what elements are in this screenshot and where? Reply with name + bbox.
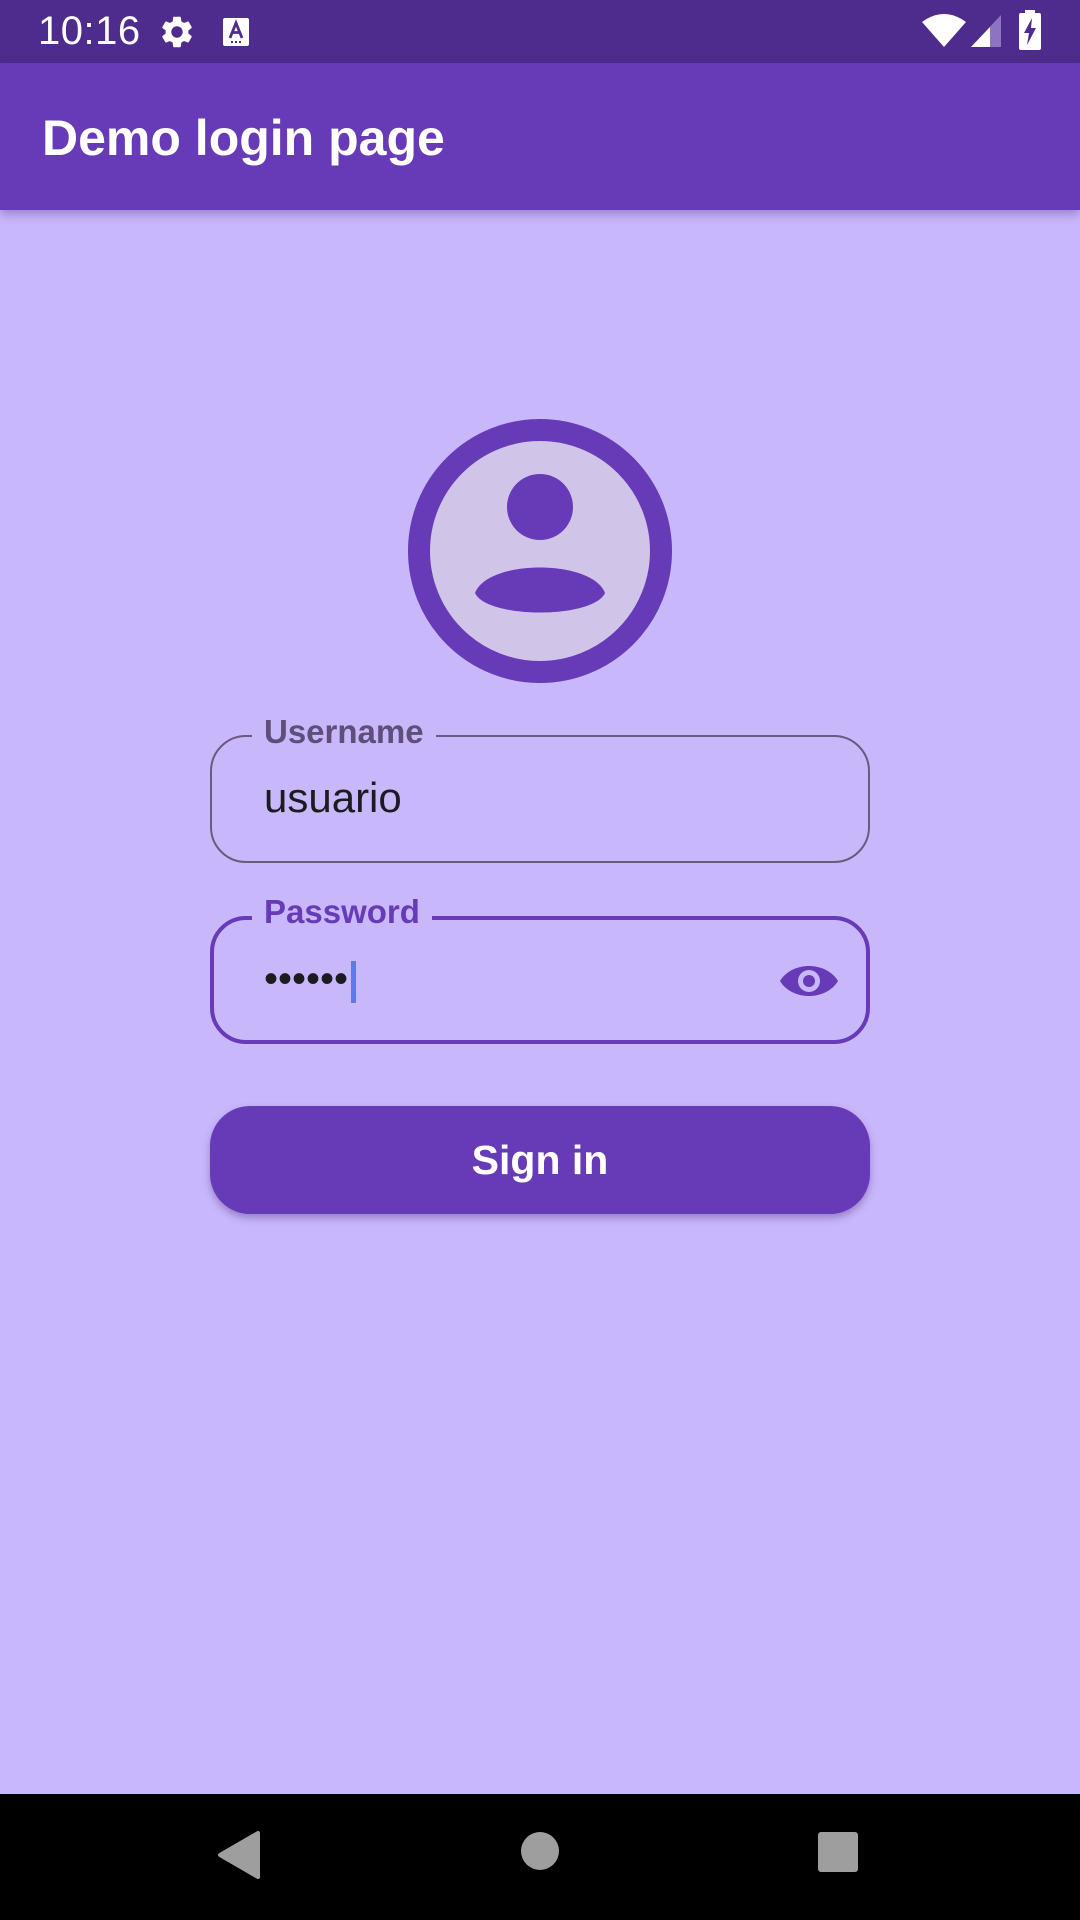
back-icon[interactable] — [216, 1830, 260, 1880]
password-value: •••••• — [264, 957, 349, 1001]
username-label: Username — [252, 712, 436, 752]
eye-icon[interactable] — [778, 958, 840, 1004]
sign-in-label: Sign in — [471, 1137, 609, 1183]
signal-icon — [971, 15, 1001, 47]
sign-in-button[interactable]: Sign in — [210, 1106, 870, 1214]
account-circle-icon — [408, 419, 672, 683]
password-field[interactable]: Password •••••• — [210, 892, 870, 1044]
text-cursor — [351, 961, 356, 1003]
a-notification-icon — [223, 18, 249, 46]
battery-charging-icon — [1019, 10, 1041, 50]
navigation-bar — [0, 1794, 1080, 1920]
username-field[interactable]: Username usuario — [210, 712, 870, 863]
home-icon[interactable] — [520, 1831, 560, 1871]
app-bar: Demo login page — [0, 63, 1080, 210]
recents-icon[interactable] — [818, 1832, 858, 1872]
page-title: Demo login page — [42, 110, 445, 166]
status-time: 10:16 — [38, 9, 141, 53]
status-bar: 10:16 — [0, 0, 1080, 63]
gear-icon — [162, 16, 192, 48]
wifi-icon — [922, 14, 966, 47]
username-value: usuario — [264, 774, 402, 821]
password-label: Password — [252, 892, 432, 932]
